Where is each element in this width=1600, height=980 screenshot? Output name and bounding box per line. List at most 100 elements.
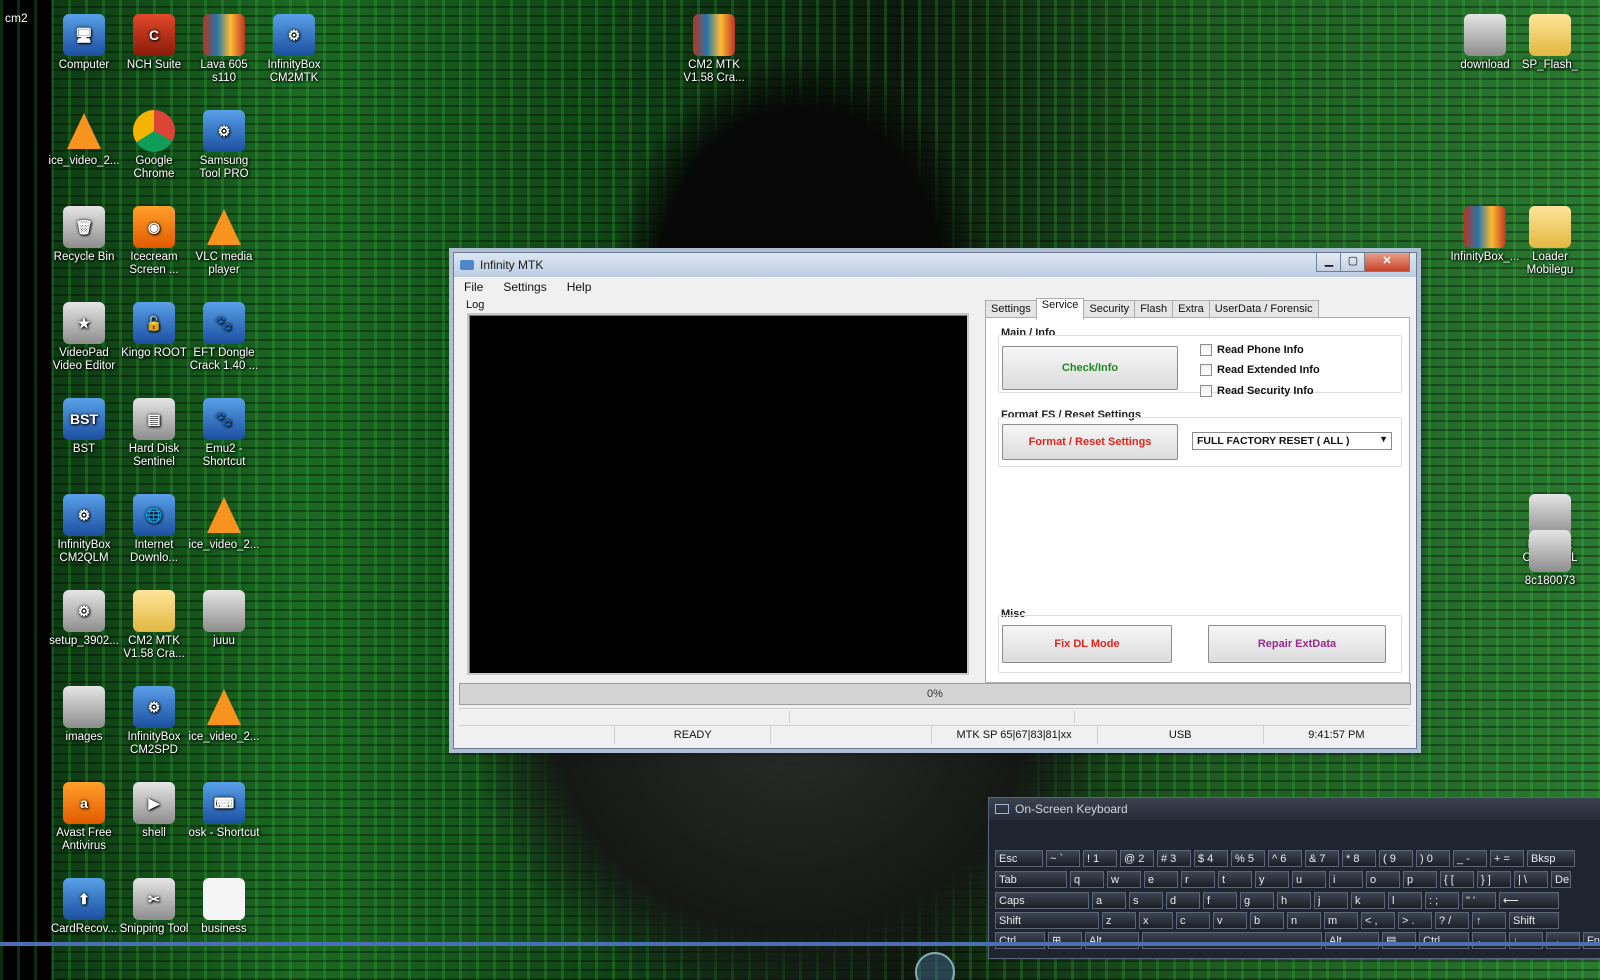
desktop-icon[interactable]: ⬆ CardRecov... [48, 878, 120, 936]
check-info-button[interactable]: Check/Info [1002, 346, 1178, 390]
osk-key[interactable]: $ 4 [1194, 850, 1228, 867]
osk-key[interactable]: g [1240, 892, 1274, 909]
desktop-icon[interactable]: ice_video_2... [48, 110, 120, 168]
osk-key[interactable]: Alt [1325, 932, 1379, 949]
osk-key[interactable]: < , [1361, 912, 1395, 929]
osk-key[interactable]: b [1250, 912, 1284, 929]
desktop-icon[interactable]: ▤ Hard Disk Sentinel [118, 398, 190, 469]
osk-key[interactable]: * 8 [1342, 850, 1376, 867]
osk-key[interactable]: f [1203, 892, 1237, 909]
osk-key[interactable]: o [1366, 871, 1400, 888]
osk-key[interactable]: d [1166, 892, 1200, 909]
osk-key[interactable]: i [1329, 871, 1363, 888]
maximize-button[interactable]: ▢ [1340, 253, 1366, 272]
desktop-icon[interactable]: ⚙ Samsung Tool PRO [188, 110, 260, 181]
osk-key[interactable]: c [1176, 912, 1210, 929]
desktop-icon[interactable]: ⚙ InfinityBox CM2QLM [48, 494, 120, 565]
osk-key[interactable] [1142, 932, 1322, 949]
osk-key[interactable]: De [1551, 871, 1571, 888]
osk-key[interactable]: ! 1 [1083, 850, 1117, 867]
desktop-icon[interactable]: CM2 MTK V1.58 Cra... [118, 590, 190, 661]
osk-key[interactable]: ^ 6 [1268, 850, 1302, 867]
minimize-button[interactable]: ▁ [1316, 253, 1342, 272]
osk-key[interactable]: ⊞ [1048, 932, 1082, 949]
osk-key[interactable]: Alt [1085, 932, 1139, 949]
osk-key[interactable]: Caps [995, 892, 1089, 909]
osk-key[interactable]: x [1139, 912, 1173, 929]
desktop-icon[interactable]: a Avast Free Antivirus [48, 782, 120, 853]
menu-settings[interactable]: Settings [493, 280, 556, 294]
osk-key[interactable]: " ' [1462, 892, 1496, 909]
osk-key[interactable]: Ctrl [1419, 932, 1469, 949]
desktop-icon[interactable]: 🐾 Emu2 - Shortcut [188, 398, 260, 469]
desktop-icon[interactable]: ✂ Snipping Tool [118, 878, 190, 936]
osk-key[interactable]: ? / [1435, 912, 1469, 929]
osk-key[interactable]: h [1277, 892, 1311, 909]
osk-key[interactable]: > . [1398, 912, 1432, 929]
desktop-icon[interactable]: ice_video_2... [188, 686, 260, 744]
osk-key[interactable]: a [1092, 892, 1126, 909]
desktop-icon[interactable]: download [1449, 14, 1521, 72]
osk-key[interactable]: ↓ [1509, 932, 1543, 949]
desktop-icon[interactable]: ice_video_2... [188, 494, 260, 552]
desktop-icon[interactable]: Lava 605 s110 [188, 14, 260, 85]
osk-key[interactable]: u [1292, 871, 1326, 888]
osk-key[interactable]: @ 2 [1120, 850, 1154, 867]
desktop-icon[interactable]: Google Chrome [118, 110, 190, 181]
osk-key[interactable]: % 5 [1231, 850, 1265, 867]
osk-key[interactable]: s [1129, 892, 1163, 909]
osk-key[interactable]: ⟵ [1499, 892, 1559, 909]
desktop-icon[interactable]: 🖥 Computer [48, 14, 120, 72]
osk-key[interactable]: Shift [995, 912, 1099, 929]
osk-key[interactable]: : ; [1425, 892, 1459, 909]
osk-key[interactable]: Shift [1509, 912, 1559, 929]
desktop-icon[interactable]: 8c180073 [1514, 530, 1586, 588]
read-phone-info-checkbox[interactable] [1200, 344, 1212, 356]
osk-key[interactable]: + = [1490, 850, 1524, 867]
start-button[interactable] [915, 952, 955, 980]
osk-key[interactable]: Tab [995, 871, 1067, 888]
desktop-icon[interactable]: InfinityBox_... [1449, 206, 1521, 264]
desktop-icon[interactable]: ◉ Icecream Screen ... [118, 206, 190, 277]
osk-key[interactable]: Esc [995, 850, 1043, 867]
osk-key[interactable]: & 7 [1305, 850, 1339, 867]
desktop-icon[interactable]: business [188, 878, 260, 936]
osk-key[interactable]: # 3 [1157, 850, 1191, 867]
osk-key[interactable]: p [1403, 871, 1437, 888]
menu-file[interactable]: File [454, 280, 493, 294]
desktop-icon[interactable]: 🐾 EFT Dongle Crack 1.40 ... [188, 302, 260, 373]
read-extended-info-checkbox[interactable] [1200, 364, 1212, 376]
window-titlebar[interactable]: Infinity MTK [454, 253, 1416, 277]
tab-service[interactable]: Service [1035, 298, 1085, 320]
fix-dl-mode-button[interactable]: Fix DL Mode [1002, 625, 1172, 663]
osk-titlebar[interactable]: On-Screen Keyboard [989, 798, 1600, 820]
osk-key[interactable]: w [1107, 871, 1141, 888]
osk-key[interactable]: y [1255, 871, 1289, 888]
desktop-icon[interactable]: juuu [188, 590, 260, 648]
osk-key[interactable]: t [1218, 871, 1252, 888]
read-phone-info-option[interactable]: Read Phone Info [1200, 344, 1304, 356]
desktop-icon[interactable]: Loader Mobilegu [1514, 206, 1586, 277]
read-extended-info-option[interactable]: Read Extended Info [1200, 364, 1320, 376]
osk-key[interactable]: j [1314, 892, 1348, 909]
osk-key[interactable]: } ] [1477, 871, 1511, 888]
osk-key[interactable]: ~ ` [1046, 850, 1080, 867]
osk-key[interactable]: ← [1472, 932, 1506, 949]
osk-key[interactable]: | \ [1514, 871, 1548, 888]
desktop-icon[interactable]: 🌐 Internet Downlo... [118, 494, 190, 565]
repair-extdata-button[interactable]: Repair ExtData [1208, 625, 1386, 663]
osk-key[interactable]: ▤ [1382, 932, 1416, 949]
format-reset-button[interactable]: Format / Reset Settings [1002, 424, 1178, 460]
desktop-icon[interactable]: CM2 MTK V1.58 Cra... [678, 14, 750, 85]
log-output[interactable] [467, 313, 969, 675]
desktop-icon[interactable]: SP_Flash_ [1514, 14, 1586, 72]
osk-key[interactable]: ↑ [1472, 912, 1506, 929]
osk-key[interactable]: Ctrl [995, 932, 1045, 949]
osk-key[interactable]: m [1324, 912, 1358, 929]
osk-key[interactable]: n [1287, 912, 1321, 929]
osk-key[interactable]: v [1213, 912, 1247, 929]
read-security-info-checkbox[interactable] [1200, 385, 1212, 397]
desktop-icon[interactable]: C NCH Suite [118, 14, 190, 72]
osk-key[interactable]: ( 9 [1379, 850, 1413, 867]
desktop-icon[interactable]: ⚙ setup_3902... [48, 590, 120, 648]
